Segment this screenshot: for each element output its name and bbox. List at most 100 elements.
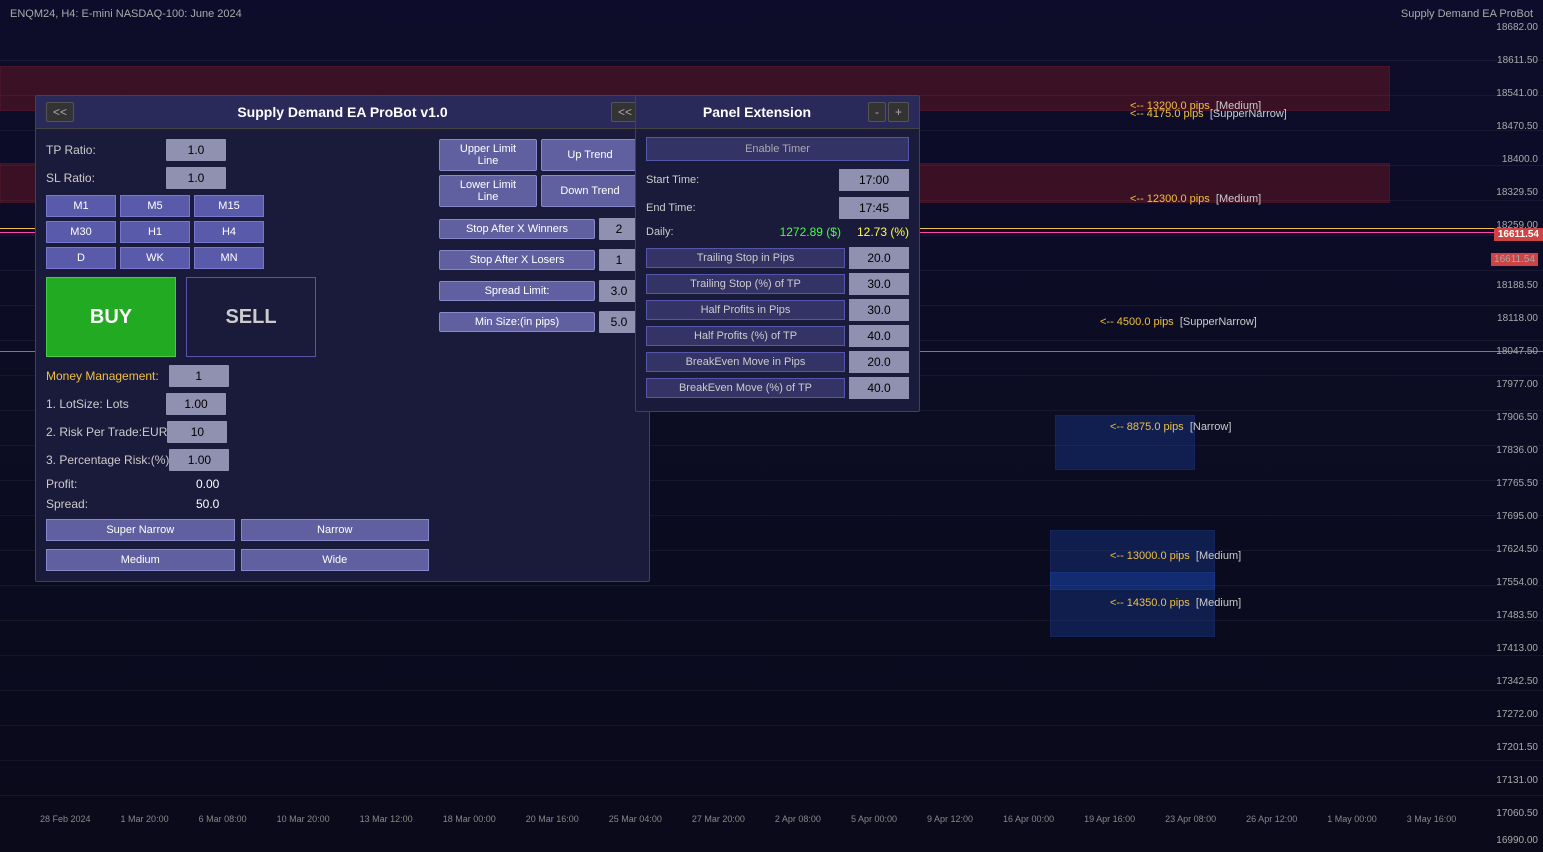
up-trend-btn[interactable]: Up Trend — [541, 139, 639, 171]
panel-body: TP Ratio: SL Ratio: M1 M5 M15 M30 H1 H4 … — [36, 129, 649, 581]
daily-pct: 12.73 (%) — [857, 225, 909, 239]
tf-m30[interactable]: M30 — [46, 221, 116, 243]
min-size-input[interactable] — [599, 311, 639, 333]
stop-losers-input[interactable] — [599, 249, 639, 271]
ext-panel-title: Panel Extension — [646, 104, 868, 120]
price-label: 17554.00 — [1496, 577, 1538, 588]
pct-risk-label: 3. Percentage Risk:(%) — [46, 453, 169, 467]
price-label: 17624.50 — [1496, 544, 1538, 555]
stop-winners-row: Stop After X Winners — [439, 218, 639, 240]
grid-line — [0, 60, 1543, 61]
sl-ratio-input[interactable] — [166, 167, 226, 189]
money-mgmt-label: Money Management: — [46, 369, 159, 383]
spread-value: 50.0 — [196, 497, 219, 511]
tf-d[interactable]: D — [46, 247, 116, 269]
grid-line — [0, 690, 1543, 691]
breakeven-pips-input[interactable] — [849, 351, 909, 373]
breakeven-pips-row: BreakEven Move in Pips — [640, 351, 915, 373]
min-size-btn[interactable]: Min Size:(in pips) — [439, 312, 595, 332]
timeframe-grid: M1 M5 M15 M30 H1 H4 D WK MN — [46, 195, 429, 269]
stop-winners-btn[interactable]: Stop After X Winners — [439, 219, 595, 239]
pct-risk-input[interactable] — [169, 449, 229, 471]
price-label: 17695.00 — [1496, 511, 1538, 522]
date-label: 2 Apr 08:00 — [775, 814, 821, 824]
down-trend-btn[interactable]: Down Trend — [541, 175, 639, 207]
lower-limit-btn[interactable]: Lower Limit Line — [439, 175, 537, 207]
tf-m1[interactable]: M1 — [46, 195, 116, 217]
tf-m15[interactable]: M15 — [194, 195, 264, 217]
buy-sell-row: BUY SELL — [46, 277, 429, 357]
spread-limit-row: Spread Limit: — [439, 280, 639, 302]
tf-h1[interactable]: H1 — [120, 221, 190, 243]
grid-line — [0, 655, 1543, 656]
top-bar: ENQM24, H4: E-mini NASDAQ-100: June 2024 — [10, 8, 242, 20]
price-label: 17060.50 — [1496, 808, 1538, 819]
stop-losers-row: Stop After X Losers — [439, 249, 639, 271]
sell-button[interactable]: SELL — [186, 277, 316, 357]
tf-mn[interactable]: MN — [194, 247, 264, 269]
spread-row: Spread: 50.0 — [46, 497, 429, 511]
daily-profit: 1272.89 ($) — [780, 225, 841, 239]
tp-ratio-input[interactable] — [166, 139, 226, 161]
medium-btn[interactable]: Medium — [46, 549, 235, 571]
top-bar-right: Supply Demand EA ProBot — [1401, 8, 1533, 20]
half-profits-pct-row: Half Profits (%) of TP — [640, 325, 915, 347]
ext-plus-btn[interactable]: + — [888, 102, 909, 122]
tp-ratio-label: TP Ratio: — [46, 143, 166, 157]
ext-minus-btn[interactable]: - — [868, 102, 886, 122]
grid-line — [0, 585, 1543, 586]
limit-line-row2: Lower Limit Line Down Trend — [439, 175, 639, 207]
collapse-left-btn[interactable]: << — [46, 102, 74, 122]
tf-wk[interactable]: WK — [120, 247, 190, 269]
breakeven-pct-btn[interactable]: BreakEven Move (%) of TP — [646, 378, 845, 398]
lot-size-input[interactable] — [166, 393, 226, 415]
risk-per-trade-input[interactable] — [167, 421, 227, 443]
tf-m5[interactable]: M5 — [120, 195, 190, 217]
annotation-13000: <-- 13000.0 pips [Medium] — [1110, 550, 1241, 562]
price-label: 18541.00 — [1496, 88, 1538, 99]
date-label: 18 Mar 00:00 — [443, 814, 496, 824]
trailing-stop-pct-btn[interactable]: Trailing Stop (%) of TP — [646, 274, 845, 294]
trailing-stop-pips-input[interactable] — [849, 247, 909, 269]
date-label: 26 Apr 12:00 — [1246, 814, 1297, 824]
trailing-stop-pips-btn[interactable]: Trailing Stop in Pips — [646, 248, 845, 268]
trailing-stop-pct-input[interactable] — [849, 273, 909, 295]
narrow-btn[interactable]: Narrow — [241, 519, 430, 541]
spread-limit-input[interactable] — [599, 280, 639, 302]
date-label: 28 Feb 2024 — [40, 814, 91, 824]
date-label: 13 Mar 12:00 — [360, 814, 413, 824]
end-time-input[interactable] — [839, 197, 909, 219]
half-profits-pct-input[interactable] — [849, 325, 909, 347]
super-narrow-btn[interactable]: Super Narrow — [46, 519, 235, 541]
wide-btn[interactable]: Wide — [241, 549, 430, 571]
limit-line-row1: Upper Limit Line Up Trend — [439, 139, 639, 171]
upper-limit-btn[interactable]: Upper Limit Line — [439, 139, 537, 171]
half-profits-pct-btn[interactable]: Half Profits (%) of TP — [646, 326, 845, 346]
breakeven-pct-row: BreakEven Move (%) of TP — [640, 377, 915, 399]
price-label: 18400.0 — [1502, 154, 1538, 165]
daily-label: Daily: — [646, 226, 770, 238]
half-profits-pips-input[interactable] — [849, 299, 909, 321]
spread-limit-btn[interactable]: Spread Limit: — [439, 281, 595, 301]
price-label: 18329.50 — [1496, 187, 1538, 198]
zone-buttons: Super Narrow Narrow — [46, 519, 429, 541]
breakeven-pct-input[interactable] — [849, 377, 909, 399]
tf-h4[interactable]: H4 — [194, 221, 264, 243]
enable-timer-row: Enable Timer — [640, 137, 915, 161]
money-mgmt-input[interactable] — [169, 365, 229, 387]
breakeven-pips-btn[interactable]: BreakEven Move in Pips — [646, 352, 845, 372]
stop-losers-btn[interactable]: Stop After X Losers — [439, 250, 595, 270]
date-label: 1 Mar 20:00 — [121, 814, 169, 824]
price-label: 18682.00 — [1496, 22, 1538, 33]
sl-ratio-label: SL Ratio: — [46, 171, 166, 185]
enable-timer-btn[interactable]: Enable Timer — [646, 137, 909, 161]
date-label: 25 Mar 04:00 — [609, 814, 662, 824]
half-profits-pips-btn[interactable]: Half Profits in Pips — [646, 300, 845, 320]
price-label: 17765.50 — [1496, 478, 1538, 489]
annotation-bracket: [SupperNarrow] — [1210, 108, 1287, 120]
price-label: 18470.50 — [1496, 121, 1538, 132]
stop-winners-input[interactable] — [599, 218, 639, 240]
buy-button[interactable]: BUY — [46, 277, 176, 357]
start-time-input[interactable] — [839, 169, 909, 191]
ext-panel-body: Enable Timer Start Time: End Time: Daily… — [636, 129, 919, 411]
